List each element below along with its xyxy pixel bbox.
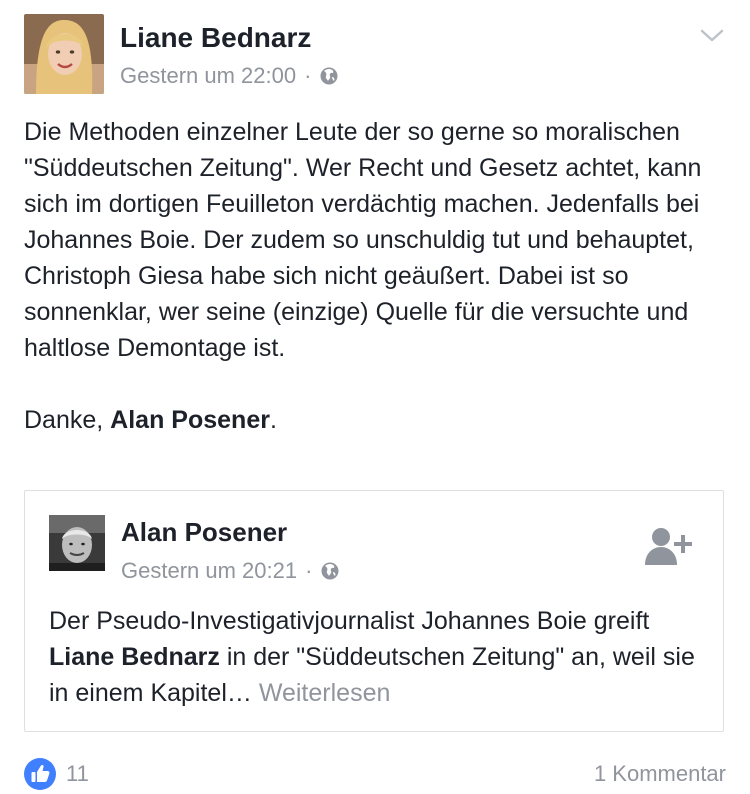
shared-paragraph: Der Pseudo-Investigativjournalist Johann…: [49, 603, 709, 711]
post-thanks: Danke, Alan Posener.: [24, 402, 724, 438]
globe-icon: [321, 562, 339, 580]
shared-post-meta: Gestern um 20:21 ·: [121, 557, 340, 585]
post-body: Die Methoden einzelner Leute der so gern…: [24, 114, 724, 438]
meta-separator: ·: [304, 63, 312, 88]
globe-icon: [320, 67, 338, 85]
post-meta: Gestern um 22:00 ·: [120, 62, 339, 90]
like-count: 11: [66, 761, 89, 786]
shared-author-name[interactable]: Alan Posener: [121, 517, 287, 547]
chevron-down-icon[interactable]: [698, 26, 726, 46]
post-timestamp[interactable]: Gestern um 22:00: [120, 62, 296, 90]
shared-mention-link[interactable]: Liane Bednarz: [49, 643, 220, 671]
shared-post-card[interactable]: Alan Posener Gestern um 20:21 · Der Pseu…: [24, 490, 724, 732]
post-paragraph: Die Methoden einzelner Leute der so gern…: [24, 118, 702, 362]
thanks-suffix: .: [269, 406, 277, 434]
add-friend-icon[interactable]: [643, 525, 693, 567]
shared-text-prefix: Der Pseudo-Investigativjournalist Johann…: [49, 607, 650, 635]
author-avatar[interactable]: [24, 14, 104, 94]
see-more-link[interactable]: Weiterlesen: [259, 679, 391, 707]
meta-separator: ·: [305, 558, 313, 583]
mention-link[interactable]: Alan Posener: [110, 406, 270, 434]
reactions-summary[interactable]: 11: [24, 758, 89, 790]
thumbs-up-icon: [24, 758, 56, 790]
shared-author-avatar[interactable]: [49, 515, 105, 571]
shared-post-text: Der Pseudo-Investigativjournalist Johann…: [49, 603, 709, 711]
comment-count-link[interactable]: 1 Kommentar: [594, 760, 726, 788]
thanks-prefix: Danke,: [24, 406, 111, 434]
author-name[interactable]: Liane Bednarz: [120, 22, 311, 54]
shared-timestamp[interactable]: Gestern um 20:21: [121, 557, 297, 585]
